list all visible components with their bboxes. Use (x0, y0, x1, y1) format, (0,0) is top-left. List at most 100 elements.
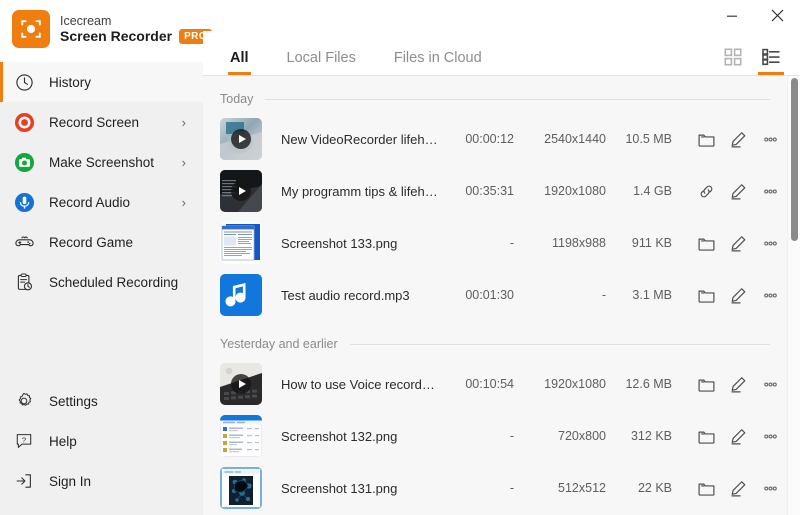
file-size: 12.6 MB (606, 377, 672, 391)
tab-local-files[interactable]: Local Files (287, 50, 356, 75)
tab-files-in-cloud[interactable]: Files in Cloud (394, 50, 482, 75)
app-window: Icecream Screen Recorder PRO (0, 0, 800, 515)
file-duration: 00:00:12 (442, 132, 514, 146)
sidebar-item-label: Record Game (49, 235, 203, 250)
chevron-right-icon: › (182, 115, 186, 130)
file-name: New VideoRecorder lifehacks.mp4 (281, 132, 442, 147)
app-brand: Icecream Screen Recorder PRO (12, 10, 212, 48)
table-row[interactable]: Test audio record.mp3 00:01:30 - 3.1 MB (203, 269, 800, 321)
sidebar-item-record-screen[interactable]: Record Screen › (0, 102, 203, 142)
more-options-button[interactable] (754, 124, 786, 154)
brand-product-name: Screen Recorder (60, 28, 172, 44)
sidebar-item-help[interactable]: ? Help (0, 421, 203, 461)
pencil-icon[interactable] (722, 280, 754, 310)
pencil-icon[interactable] (722, 473, 754, 503)
table-row[interactable]: New VideoRecorder lifehacks.mp4 00:00:12… (203, 113, 800, 165)
play-icon (231, 181, 251, 201)
pencil-icon[interactable] (722, 124, 754, 154)
section-divider (350, 344, 770, 345)
folder-icon[interactable] (690, 124, 722, 154)
link-icon[interactable] (690, 176, 722, 206)
camera-icon (13, 151, 35, 173)
sign-in-icon (13, 470, 35, 492)
section-header-yesterday: Yesterday and earlier (203, 330, 800, 358)
table-row[interactable]: My programm tips & lifehacks.mp4 00:35:3… (203, 165, 800, 217)
file-name: How to use Voice recorder.mp4 (281, 377, 442, 392)
file-size: 10.5 MB (606, 132, 672, 146)
file-size: 312 KB (606, 429, 672, 443)
file-resolution: 1198x988 (514, 236, 606, 250)
view-toggle-group (720, 47, 784, 75)
tab-bar: All Local Files Files in Cloud (203, 31, 800, 76)
tab-all[interactable]: All (230, 50, 249, 75)
pencil-icon[interactable] (722, 228, 754, 258)
sidebar-item-scheduled-recording[interactable]: Scheduled Recording (0, 262, 203, 302)
help-icon: ? (13, 430, 35, 452)
table-row[interactable]: Screenshot 133.png - 1198x988 911 KB (203, 217, 800, 269)
file-resolution: 720x800 (514, 429, 606, 443)
file-duration: 00:10:54 (442, 377, 514, 391)
sidebar-item-history[interactable]: History (0, 62, 203, 102)
file-list: Today New VideoRe (203, 76, 800, 515)
clock-icon (13, 71, 35, 93)
sidebar-bottom-group: Settings ? Help Sign In (0, 381, 203, 501)
folder-icon[interactable] (690, 369, 722, 399)
more-options-button[interactable] (754, 228, 786, 258)
file-thumbnail (220, 118, 262, 160)
list-view-icon (762, 48, 780, 66)
minimize-button[interactable] (709, 0, 754, 31)
more-options-button[interactable] (754, 369, 786, 399)
file-thumbnail (220, 415, 262, 457)
sidebar-item-record-audio[interactable]: Record Audio › (0, 182, 203, 222)
sidebar-item-make-screenshot[interactable]: Make Screenshot › (0, 142, 203, 182)
file-duration: 00:35:31 (442, 184, 514, 198)
close-button[interactable] (755, 0, 800, 31)
table-row[interactable]: Screenshot 132.png - 720x800 312 KB (203, 410, 800, 462)
sidebar-item-label: Settings (49, 394, 203, 409)
folder-icon[interactable] (690, 421, 722, 451)
file-thumbnail (220, 170, 262, 212)
more-options-button[interactable] (754, 421, 786, 451)
vertical-scrollbar[interactable] (787, 76, 800, 515)
table-row[interactable]: How to use Voice recorder.mp4 00:10:54 1… (203, 358, 800, 410)
file-name: Screenshot 132.png (281, 429, 442, 444)
folder-icon[interactable] (690, 473, 722, 503)
sidebar-item-settings[interactable]: Settings (0, 381, 203, 421)
file-resolution: 1920x1080 (514, 184, 606, 198)
file-duration: - (442, 429, 514, 443)
grid-view-button[interactable] (720, 47, 746, 75)
file-thumbnail (220, 467, 262, 509)
record-screen-icon (13, 111, 35, 133)
row-actions (690, 369, 786, 399)
sidebar-item-label: Record Audio (49, 195, 168, 210)
gamepad-icon (13, 231, 35, 253)
more-options-button[interactable] (754, 473, 786, 503)
table-row[interactable]: Screenshot 131.png - 512x512 22 KB (203, 462, 800, 514)
svg-text:?: ? (22, 435, 26, 444)
folder-icon[interactable] (690, 280, 722, 310)
file-thumbnail (220, 222, 262, 264)
clipboard-clock-icon (13, 271, 35, 293)
folder-icon[interactable] (690, 228, 722, 258)
file-name: Screenshot 131.png (281, 481, 442, 496)
grid-view-icon (724, 48, 742, 66)
more-options-button[interactable] (754, 176, 786, 206)
row-actions (690, 421, 786, 451)
pencil-icon[interactable] (722, 369, 754, 399)
section-title: Yesterday and earlier (220, 337, 338, 351)
more-options-button[interactable] (754, 280, 786, 310)
file-thumbnail (220, 363, 262, 405)
file-duration: - (442, 481, 514, 495)
section-header-today: Today (203, 85, 800, 113)
list-view-button[interactable] (758, 47, 784, 75)
pencil-icon[interactable] (722, 421, 754, 451)
sidebar-item-record-game[interactable]: Record Game (0, 222, 203, 262)
chevron-right-icon: › (182, 155, 186, 170)
scrollbar-thumb[interactable] (791, 78, 798, 241)
row-actions (690, 124, 786, 154)
sidebar-item-sign-in[interactable]: Sign In (0, 461, 203, 501)
pencil-icon[interactable] (722, 176, 754, 206)
file-resolution: 2540x1440 (514, 132, 606, 146)
file-resolution: - (514, 288, 606, 302)
app-logo-icon (12, 10, 50, 48)
